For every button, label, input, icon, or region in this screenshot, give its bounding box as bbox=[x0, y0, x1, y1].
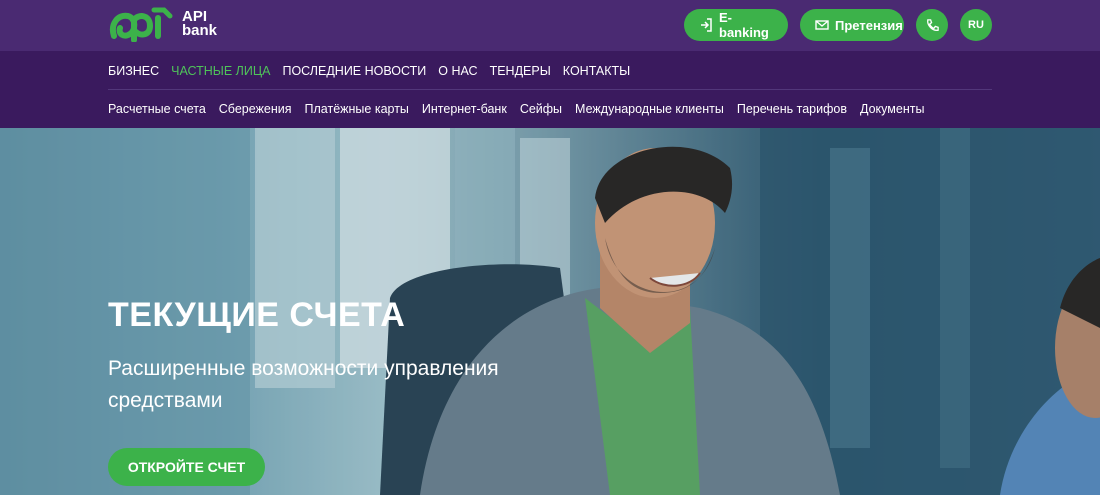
nav-item-news[interactable]: ПОСЛЕДНИЕ НОВОСТИ bbox=[282, 64, 426, 78]
logo[interactable]: API bank bbox=[108, 6, 217, 42]
subnav-item-current-accounts[interactable]: Расчетные счета bbox=[108, 102, 206, 116]
logo-wordmark: API bank bbox=[182, 9, 218, 39]
subnav-item-savings[interactable]: Сбережения bbox=[219, 102, 292, 116]
subnav-item-safes[interactable]: Сейфы bbox=[520, 102, 562, 116]
nav-item-about[interactable]: О НАС bbox=[438, 64, 477, 78]
top-actions: E-banking Претензия RU bbox=[672, 9, 992, 41]
logo-mark-icon bbox=[110, 7, 173, 42]
top-bar: API bank E-banking Претензия RU bbox=[0, 0, 1100, 51]
hero-title: ТЕКУЩИЕ СЧЕТА bbox=[108, 296, 406, 334]
main-navigation: БИЗНЕС ЧАСТНЫЕ ЛИЦА ПОСЛЕДНИЕ НОВОСТИ О … bbox=[0, 51, 1100, 128]
subnav-item-documents[interactable]: Документы bbox=[860, 102, 924, 116]
language-button[interactable]: RU bbox=[960, 9, 992, 41]
nav-item-contacts[interactable]: КОНТАКТЫ bbox=[563, 64, 630, 78]
claim-label: Претензия bbox=[835, 17, 903, 33]
primary-nav: БИЗНЕС ЧАСТНЫЕ ЛИЦА ПОСЛЕДНИЕ НОВОСТИ О … bbox=[108, 64, 642, 78]
envelope-icon bbox=[815, 18, 829, 32]
ebanking-label: E-banking bbox=[719, 10, 769, 40]
subnav-item-payment-cards[interactable]: Платёжные карты bbox=[305, 102, 409, 116]
open-account-button[interactable]: ОТКРОЙТЕ СЧЕТ bbox=[108, 448, 265, 486]
subnav-item-international-clients[interactable]: Международные клиенты bbox=[575, 102, 724, 116]
claim-button[interactable]: Претензия bbox=[800, 9, 904, 41]
ebanking-button[interactable]: E-banking bbox=[684, 9, 788, 41]
phone-button[interactable] bbox=[916, 9, 948, 41]
login-icon bbox=[699, 18, 713, 32]
nav-divider bbox=[108, 89, 992, 90]
phone-icon bbox=[926, 18, 939, 31]
logo-line-bank: bank bbox=[182, 22, 218, 39]
subnav-item-tariffs[interactable]: Перечень тарифов bbox=[737, 102, 847, 116]
nav-item-business[interactable]: БИЗНЕС bbox=[108, 64, 159, 78]
nav-item-tenders[interactable]: ТЕНДЕРЫ bbox=[490, 64, 551, 78]
hero-subtitle: Расширенные возможности управления средс… bbox=[108, 357, 499, 412]
nav-item-private-persons[interactable]: ЧАСТНЫЕ ЛИЦА bbox=[171, 64, 270, 78]
subnav-item-internet-bank[interactable]: Интернет-банк bbox=[422, 102, 507, 116]
secondary-nav: Расчетные счета Сбережения Платёжные кар… bbox=[108, 102, 937, 116]
